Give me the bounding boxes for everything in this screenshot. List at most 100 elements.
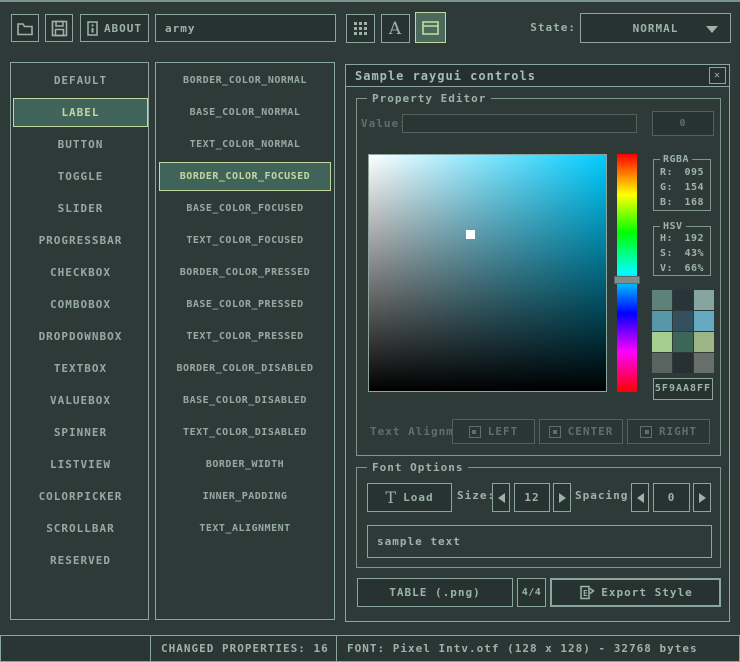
color-swatch-11[interactable] <box>694 353 714 373</box>
control-item-textbox[interactable]: TEXTBOX <box>13 354 148 383</box>
align-center-label: CENTER <box>568 425 614 438</box>
property-item-base_color_pressed[interactable]: BASE_COLOR_PRESSED <box>159 290 331 319</box>
font-a-icon: A <box>389 19 402 39</box>
arrow-left-icon <box>498 493 505 503</box>
color-swatch-2[interactable] <box>694 290 714 310</box>
font-size-value[interactable]: 12 <box>514 483 550 512</box>
control-item-spinner[interactable]: SPINNER <box>13 418 148 447</box>
color-swatch-5[interactable] <box>694 311 714 331</box>
property-item-border_width[interactable]: BORDER_WIDTH <box>159 450 331 479</box>
color-swatch-9[interactable] <box>652 353 672 373</box>
info-icon <box>87 21 98 36</box>
align-left-button[interactable]: LEFT <box>452 419 535 444</box>
window-icon <box>422 21 439 35</box>
align-center-button[interactable]: CENTER <box>539 419 623 444</box>
font-spacing-label: Spacing: <box>575 489 631 502</box>
control-item-dropdownbox[interactable]: DROPDOWNBOX <box>13 322 148 351</box>
align-left-icon <box>469 426 481 438</box>
save-style-button[interactable] <box>45 14 73 42</box>
property-item-border_color_pressed[interactable]: BORDER_COLOR_PRESSED <box>159 258 331 287</box>
rgba-label: RGBA <box>660 154 692 165</box>
color-swatch-8[interactable] <box>694 332 714 352</box>
color-swatch-4[interactable] <box>673 311 693 331</box>
color-swatch-3[interactable] <box>652 311 672 331</box>
value-spinner-text: 0 <box>679 118 686 129</box>
color-swatch-10[interactable] <box>673 353 693 373</box>
hue-bar[interactable] <box>617 154 637 392</box>
table-png-label: TABLE (.png) <box>389 586 480 599</box>
align-center-icon <box>549 426 561 438</box>
about-button-label: ABOUT <box>104 22 142 35</box>
property-item-text_color_normal[interactable]: TEXT_COLOR_NORMAL <box>159 130 331 159</box>
v-label: V: <box>660 261 673 276</box>
hue-slider-handle[interactable] <box>614 276 640 284</box>
s-label: S: <box>660 246 673 261</box>
style-name-input[interactable]: army <box>155 14 336 42</box>
property-item-base_color_disabled[interactable]: BASE_COLOR_DISABLED <box>159 386 331 415</box>
control-item-progressbar[interactable]: PROGRESSBAR <box>13 226 148 255</box>
color-swatch-6[interactable] <box>652 332 672 352</box>
control-item-scrollbar[interactable]: SCROLLBAR <box>13 514 148 543</box>
font-spacing-text: 0 <box>668 491 676 504</box>
text-alignment-label: Text Alignme <box>370 424 454 440</box>
spacing-increment-button[interactable] <box>693 483 711 512</box>
table-png-button[interactable]: TABLE (.png) <box>357 578 513 607</box>
property-item-inner_padding[interactable]: INNER_PADDING <box>159 482 331 511</box>
property-item-text_color_pressed[interactable]: TEXT_COLOR_PRESSED <box>159 322 331 351</box>
state-dropdown[interactable]: NORMAL <box>580 13 731 43</box>
open-style-button[interactable] <box>11 14 39 42</box>
font-load-button[interactable]: T Load <box>367 483 452 512</box>
table-pages-value[interactable]: 4/4 <box>517 578 546 607</box>
color-swatch-0[interactable] <box>652 290 672 310</box>
hex-color-value: 5F9AA8FF <box>655 383 711 394</box>
group-label: Font Options <box>367 461 468 474</box>
value-input[interactable] <box>402 114 637 133</box>
align-right-button[interactable]: RIGHT <box>627 419 710 444</box>
sample-text-input[interactable]: sample text <box>367 525 712 558</box>
export-style-button[interactable]: E Export Style <box>550 578 721 607</box>
hex-color-input[interactable]: 5F9AA8FF <box>653 378 713 400</box>
property-item-text_color_focused[interactable]: TEXT_COLOR_FOCUSED <box>159 226 331 255</box>
rguistyler-window: ABOUT army A <box>0 0 740 660</box>
property-item-base_color_normal[interactable]: BASE_COLOR_NORMAL <box>159 98 331 127</box>
export-icon: E <box>578 584 595 601</box>
control-item-slider[interactable]: SLIDER <box>13 194 148 223</box>
control-item-listview[interactable]: LISTVIEW <box>13 450 148 479</box>
hsv-v-row: V: 66% <box>654 261 710 276</box>
font-spacing-value[interactable]: 0 <box>653 483 690 512</box>
color-swatch-7[interactable] <box>673 332 693 352</box>
control-item-valuebox[interactable]: VALUEBOX <box>13 386 148 415</box>
changed-properties-text: CHANGED PROPERTIES: 16 <box>161 642 329 655</box>
color-swatch-1[interactable] <box>673 290 693 310</box>
control-item-reserved[interactable]: RESERVED <box>13 546 148 575</box>
color-picker-cursor[interactable] <box>466 230 475 239</box>
size-increment-button[interactable] <box>553 483 571 512</box>
control-item-button[interactable]: BUTTON <box>13 130 148 159</box>
control-item-combobox[interactable]: COMBOBOX <box>13 290 148 319</box>
property-item-border_color_focused[interactable]: BORDER_COLOR_FOCUSED <box>159 162 331 191</box>
control-item-checkbox[interactable]: CHECKBOX <box>13 258 148 287</box>
close-button[interactable]: ✕ <box>709 67 726 84</box>
color-saturation-value-picker[interactable] <box>368 154 607 392</box>
property-item-border_color_normal[interactable]: BORDER_COLOR_NORMAL <box>159 66 331 95</box>
value-spinner-button[interactable]: 0 <box>652 111 714 136</box>
control-item-default[interactable]: DEFAULT <box>13 66 148 95</box>
sample-window-titlebar[interactable]: Sample raygui controls ✕ <box>346 65 729 87</box>
style-table-button[interactable] <box>415 12 446 43</box>
size-decrement-button[interactable] <box>492 483 510 512</box>
property-item-border_color_disabled[interactable]: BORDER_COLOR_DISABLED <box>159 354 331 383</box>
font-load-label: Load <box>403 491 434 504</box>
font-info-text: FONT: Pixel Intv.otf (128 x 128) - 32768… <box>347 642 698 655</box>
font-atlas-button[interactable]: A <box>381 14 410 43</box>
property-item-text_color_disabled[interactable]: TEXT_COLOR_DISABLED <box>159 418 331 447</box>
control-item-colorpicker[interactable]: COLORPICKER <box>13 482 148 511</box>
property-item-text_alignment[interactable]: TEXT_ALIGNMENT <box>159 514 331 543</box>
about-button[interactable]: ABOUT <box>80 14 149 42</box>
controls-list: DEFAULT LABEL BUTTON TOGGLE SLIDER PROGRESSBA… <box>10 62 149 620</box>
property-item-base_color_focused[interactable]: BASE_COLOR_FOCUSED <box>159 194 331 223</box>
rgba-b-row: B: 168 <box>654 195 710 210</box>
spacing-decrement-button[interactable] <box>631 483 649 512</box>
control-item-label[interactable]: LABEL <box>13 98 148 127</box>
grid-view-button[interactable] <box>346 14 375 43</box>
control-item-toggle[interactable]: TOGGLE <box>13 162 148 191</box>
